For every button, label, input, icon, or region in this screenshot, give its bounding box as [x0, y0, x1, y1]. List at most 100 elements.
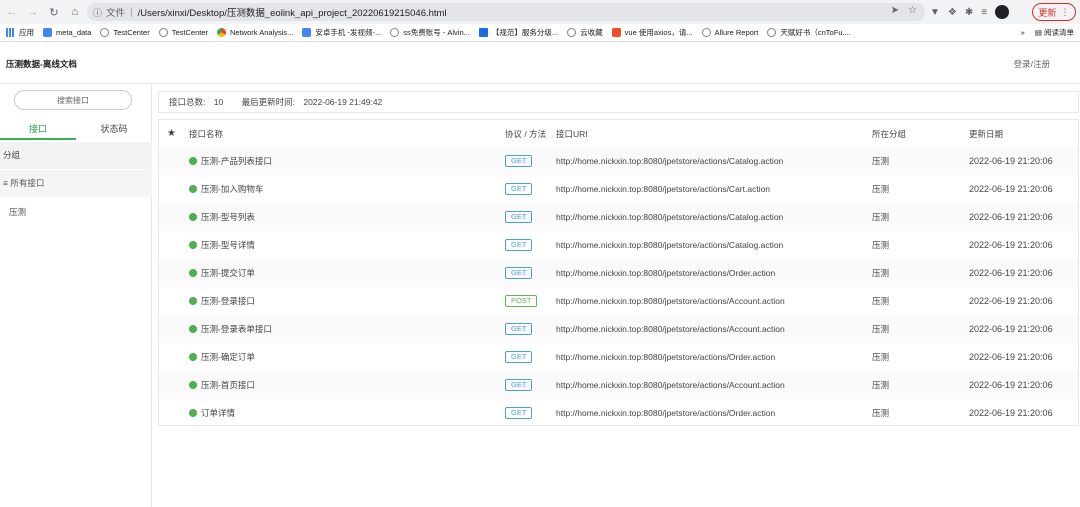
table-row[interactable]: 压测-提交订单 GET http://home.nickxin.top:8080…: [159, 259, 1078, 287]
api-group: 压测: [872, 352, 890, 362]
bookmark-cloud[interactable]: 云收藏: [567, 27, 603, 38]
bookmark-star-icon[interactable]: ☆: [908, 5, 917, 16]
globe-icon: [100, 28, 110, 37]
sidebar-item-all-apis[interactable]: ≡ 所有接口: [0, 170, 152, 197]
bookmark-android-video[interactable]: 安卓手机 -发视频-...: [302, 27, 381, 38]
total-label: 接口总数:: [169, 97, 206, 107]
method-badge: GET: [505, 378, 533, 391]
update-label: 更新: [1038, 7, 1057, 18]
reading-list-button[interactable]: ▤ 阅读清单: [1035, 27, 1074, 38]
table-row[interactable]: 订单详情 GET http://home.nickxin.top:8080/jp…: [159, 399, 1078, 427]
api-name-text: 压测-加入购物车: [201, 184, 264, 194]
column-header-name: 接口名称: [189, 129, 224, 139]
search-input[interactable]: 搜索接口: [14, 90, 132, 110]
reading-list-label: 阅读清单: [1044, 28, 1074, 37]
method-badge: POST: [505, 294, 538, 307]
api-date: 2022-06-19 21:20:06: [969, 184, 1053, 194]
method-badge: GET: [505, 406, 533, 419]
bookmark-spec[interactable]: 【规范】服务分级...: [478, 27, 558, 38]
url-text[interactable]: /Users/xinxi/Desktop/压测数据_eolink_api_pro…: [138, 5, 447, 19]
bookmark-testcenter-2[interactable]: TestCenter: [158, 28, 209, 37]
bookmark-label: meta_data: [56, 28, 92, 37]
bookmark-meta-data[interactable]: meta_data: [43, 28, 91, 37]
method-cell: GET: [505, 399, 533, 427]
api-name: 压测-登录接口: [189, 287, 255, 315]
back-arrow-icon[interactable]: ←: [3, 3, 21, 21]
api-uri: http://home.nickxin.top:8080/jpetstore/a…: [556, 184, 771, 194]
summary-bar: 接口总数: 10 最后更新时间: 2022-06-19 21:49:42: [158, 91, 1079, 113]
table-row[interactable]: 压测-登录表单接口 GET http://home.nickxin.top:80…: [159, 315, 1078, 343]
reading-mode-icon[interactable]: ≡: [981, 7, 987, 18]
bookmark-ss-account[interactable]: ss免费账号 - Alvin...: [390, 27, 470, 38]
extension-icon[interactable]: ❖: [948, 7, 957, 18]
table-row[interactable]: 压测-型号列表 GET http://home.nickxin.top:8080…: [159, 203, 1078, 231]
reload-icon[interactable]: ↻: [45, 3, 63, 21]
api-uri: http://home.nickxin.top:8080/jpetstore/a…: [556, 380, 785, 390]
home-icon[interactable]: ⌂: [66, 3, 84, 21]
share-icon[interactable]: ➤: [891, 5, 899, 16]
bookmark-favicon-icon: [43, 28, 52, 37]
sidebar-item-label: 所有接口: [10, 178, 45, 188]
api-date: 2022-06-19 21:20:06: [969, 212, 1053, 222]
table-row[interactable]: 压测-加入购物车 GET http://home.nickxin.top:808…: [159, 175, 1078, 203]
bookmarks-more-icon[interactable]: »: [1021, 28, 1025, 37]
globe-icon: [567, 28, 577, 37]
sidebar: 搜索接口 接口 状态码 分组 ≡ 所有接口 压测: [0, 84, 152, 507]
api-group: 压测: [872, 380, 890, 390]
status-dot-icon: [189, 380, 197, 389]
bookmark-vue-axios[interactable]: vue 使用axios，请...: [611, 27, 693, 38]
api-name-text: 压测-确定订单: [201, 352, 255, 362]
info-icon[interactable]: ⓘ: [93, 6, 102, 19]
status-dot-icon: [189, 324, 197, 333]
profile-avatar[interactable]: [995, 5, 1010, 19]
table-row[interactable]: 压测-产品列表接口 GET http://home.nickxin.top:80…: [159, 147, 1078, 175]
forward-arrow-icon[interactable]: →: [24, 3, 42, 21]
method-badge: GET: [505, 182, 533, 195]
group-header: 分组: [0, 142, 152, 169]
total-count: 10: [213, 97, 224, 107]
address-bar[interactable]: ⓘ 文件 | /Users/xinxi/Desktop/压测数据_eolink_…: [87, 3, 925, 21]
api-name-text: 压测-登录表单接口: [201, 324, 272, 334]
page-title: 压测数据-离线文档: [6, 59, 77, 69]
globe-icon: [158, 28, 168, 37]
table-row[interactable]: 压测-登录接口 POST http://home.nickxin.top:808…: [159, 287, 1078, 315]
api-name-text: 压测-登录接口: [201, 296, 255, 306]
bookmark-apps[interactable]: 应用: [6, 27, 34, 38]
tab-status-codes[interactable]: 状态码: [76, 120, 152, 140]
table-row[interactable]: 压测-确定订单 GET http://home.nickxin.top:8080…: [159, 343, 1078, 371]
filter-extension-icon[interactable]: ▼: [930, 7, 940, 18]
method-badge: GET: [505, 154, 533, 167]
bookmark-tianfu[interactable]: 天赋好书（cnToFu....: [767, 27, 851, 38]
api-group: 压测: [872, 408, 890, 418]
bookmark-label: TestCenter: [171, 28, 209, 37]
menu-icon: ≡: [3, 178, 8, 188]
method-cell: GET: [505, 343, 533, 371]
api-group: 压测: [872, 184, 890, 194]
api-name: 压测-型号详情: [189, 231, 255, 259]
api-uri: http://home.nickxin.top:8080/jpetstore/a…: [556, 324, 785, 334]
status-dot-icon: [189, 408, 197, 417]
status-dot-icon: [189, 156, 197, 165]
sidebar-item-group[interactable]: 压测: [9, 206, 26, 218]
api-uri: http://home.nickxin.top:8080/jpetstore/a…: [556, 296, 785, 306]
api-name: 压测-首页接口: [189, 371, 255, 399]
method-cell: GET: [505, 371, 533, 399]
tab-apis[interactable]: 接口: [0, 120, 76, 140]
bookmark-favicon-icon: [611, 28, 621, 37]
api-uri: http://home.nickxin.top:8080/jpetstore/a…: [556, 408, 776, 418]
bookmark-label: Allure Report: [714, 28, 759, 37]
api-group: 压测: [872, 268, 890, 278]
bookmark-label: 云收藏: [580, 28, 603, 37]
api-name-text: 压测-产品列表接口: [201, 156, 272, 166]
api-group: 压测: [872, 240, 890, 250]
table-row[interactable]: 压测-首页接口 GET http://home.nickxin.top:8080…: [159, 371, 1078, 399]
puzzle-extensions-icon[interactable]: ✱: [965, 7, 973, 18]
table-row[interactable]: 压测-型号详情 GET http://home.nickxin.top:8080…: [159, 231, 1078, 259]
bookmark-network-analysis[interactable]: Network Analysis...: [217, 28, 293, 37]
update-button[interactable]: 更新 ⋮: [1032, 3, 1076, 21]
bookmark-allure[interactable]: Allure Report: [701, 28, 759, 37]
bookmark-testcenter-1[interactable]: TestCenter: [100, 28, 150, 37]
method-cell: POST: [505, 287, 538, 315]
api-uri: http://home.nickxin.top:8080/jpetstore/a…: [556, 240, 784, 250]
login-register-link[interactable]: 登录/注册: [1014, 58, 1050, 70]
